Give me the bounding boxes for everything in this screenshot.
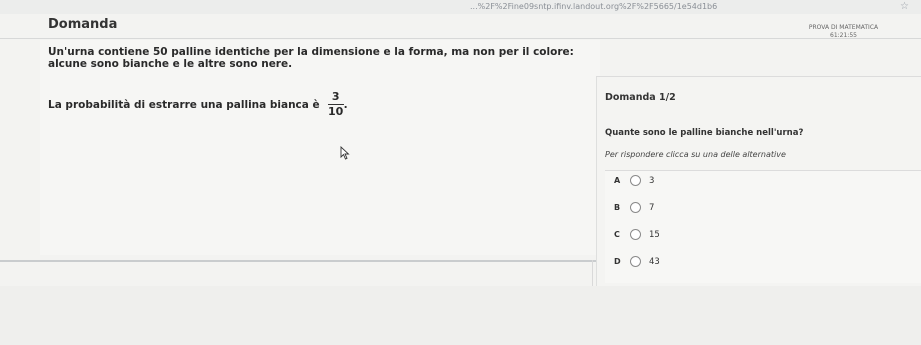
page-title: Domanda: [48, 17, 118, 32]
option-d[interactable]: D 43: [614, 256, 660, 267]
option-c[interactable]: C 15: [614, 229, 660, 240]
probability-fraction: 3 10: [327, 90, 344, 119]
option-value: 7: [649, 202, 655, 213]
radio-button[interactable]: [630, 256, 641, 267]
question-stem: Un'urna contiene 50 palline identiche pe…: [48, 46, 608, 70]
probability-text: La probabilità di estrarre una pallina b…: [48, 98, 320, 111]
mouse-cursor-icon: [340, 146, 350, 160]
answer-instructions: Per rispondere clicca su una delle alter…: [605, 150, 786, 159]
option-letter: A: [614, 176, 621, 185]
browser-address-bar[interactable]: ...%2F%2Fine09sntp.ifinv.landout.org%2F%…: [0, 0, 921, 14]
option-b[interactable]: B 7: [614, 202, 654, 213]
header-divider: [0, 38, 921, 39]
fraction-numerator: 3: [331, 90, 340, 103]
exam-name: PROVA DI MATEMATICA: [808, 24, 879, 31]
question-stem-panel: [40, 40, 600, 255]
sub-question: Quante sono le palline bianche nell'urna…: [605, 128, 804, 138]
statement-period: .: [343, 98, 348, 111]
bookmark-star-icon[interactable]: ☆: [900, 1, 909, 12]
probability-statement: La probabilità di estrarre una pallina b…: [48, 90, 348, 119]
option-letter: C: [614, 230, 620, 239]
radio-button[interactable]: [630, 202, 641, 213]
option-a[interactable]: A 3: [614, 175, 654, 186]
answer-panel-divider: [596, 76, 921, 77]
stem-line-2: alcune sono bianche e le altre sono nere…: [48, 58, 293, 70]
radio-button[interactable]: [630, 175, 641, 186]
url-text: ...%2F%2Fine09sntp.ifinv.landout.org%2F%…: [470, 2, 718, 11]
page-footer-area: [0, 286, 921, 345]
radio-button[interactable]: [630, 229, 641, 240]
question-counter: Domanda 1/2: [605, 92, 676, 103]
fraction-denominator: 10: [328, 105, 344, 118]
option-value: 43: [649, 256, 660, 267]
stem-line-1: Un'urna contiene 50 palline identiche pe…: [48, 46, 574, 58]
exam-info: PROVA DI MATEMATICA 61:21:55: [786, 24, 901, 40]
option-value: 3: [649, 175, 655, 186]
option-letter: D: [614, 257, 621, 266]
option-value: 15: [649, 229, 660, 240]
stem-bottom-divider: [0, 260, 600, 262]
option-letter: B: [614, 203, 621, 212]
exam-timer: 61:21:55: [830, 32, 857, 39]
